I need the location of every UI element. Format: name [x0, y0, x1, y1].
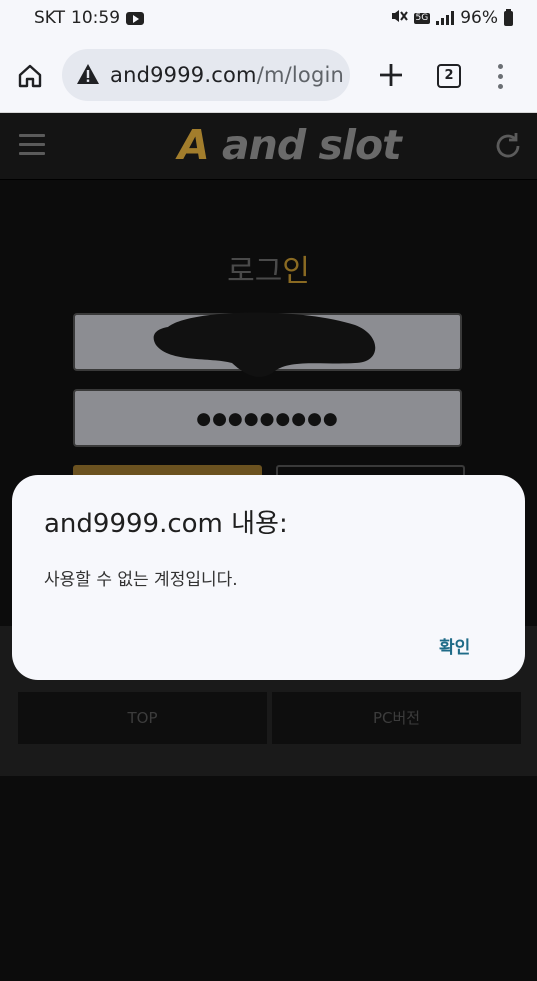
- battery-icon: [504, 8, 513, 26]
- site-logo[interactable]: A and slot: [178, 121, 402, 169]
- carrier-label: SKT: [34, 8, 66, 28]
- pc-version-button[interactable]: PC버전: [272, 692, 521, 744]
- warning-icon[interactable]: [76, 63, 100, 89]
- alert-dialog: and9999.com 내용: 사용할 수 없는 계정입니다. 확인: [12, 475, 525, 680]
- confirm-button[interactable]: 확인: [439, 633, 470, 658]
- network-type-badge: 5G: [413, 12, 431, 24]
- new-tab-icon[interactable]: [378, 58, 404, 95]
- address-bar[interactable]: and9999.com/m/login: [62, 49, 350, 101]
- login-title: 로그인: [227, 254, 310, 289]
- mute-icon: [390, 8, 408, 28]
- dialog-message: 사용할 수 없는 계정입니다.: [44, 570, 238, 590]
- tab-switcher-button[interactable]: 2: [437, 64, 461, 88]
- url-path: /m/login: [256, 63, 345, 87]
- clock: 10:59: [71, 8, 121, 28]
- youtube-notification-icon: [126, 11, 145, 25]
- home-icon[interactable]: [17, 63, 43, 89]
- password-mask: ●●●●●●●●●: [196, 409, 339, 429]
- more-options-icon[interactable]: [498, 64, 504, 94]
- top-button[interactable]: TOP: [18, 692, 267, 744]
- redaction-scribble: [153, 312, 376, 377]
- site-header: A and slot: [0, 113, 537, 180]
- battery-percent: 96%: [460, 8, 498, 28]
- url-text: and9999.com/m/login: [110, 63, 344, 87]
- browser-toolbar: and9999.com/m/login 2: [0, 38, 537, 113]
- signal-icon: [436, 11, 455, 25]
- dialog-title: and9999.com 내용:: [44, 509, 288, 539]
- password-input[interactable]: ●●●●●●●●●: [73, 389, 462, 447]
- refresh-icon[interactable]: [492, 130, 524, 162]
- status-bar: SKT 10:59 5G 96%: [0, 0, 537, 38]
- url-host: and9999.com: [110, 63, 257, 87]
- menu-icon[interactable]: [19, 134, 45, 161]
